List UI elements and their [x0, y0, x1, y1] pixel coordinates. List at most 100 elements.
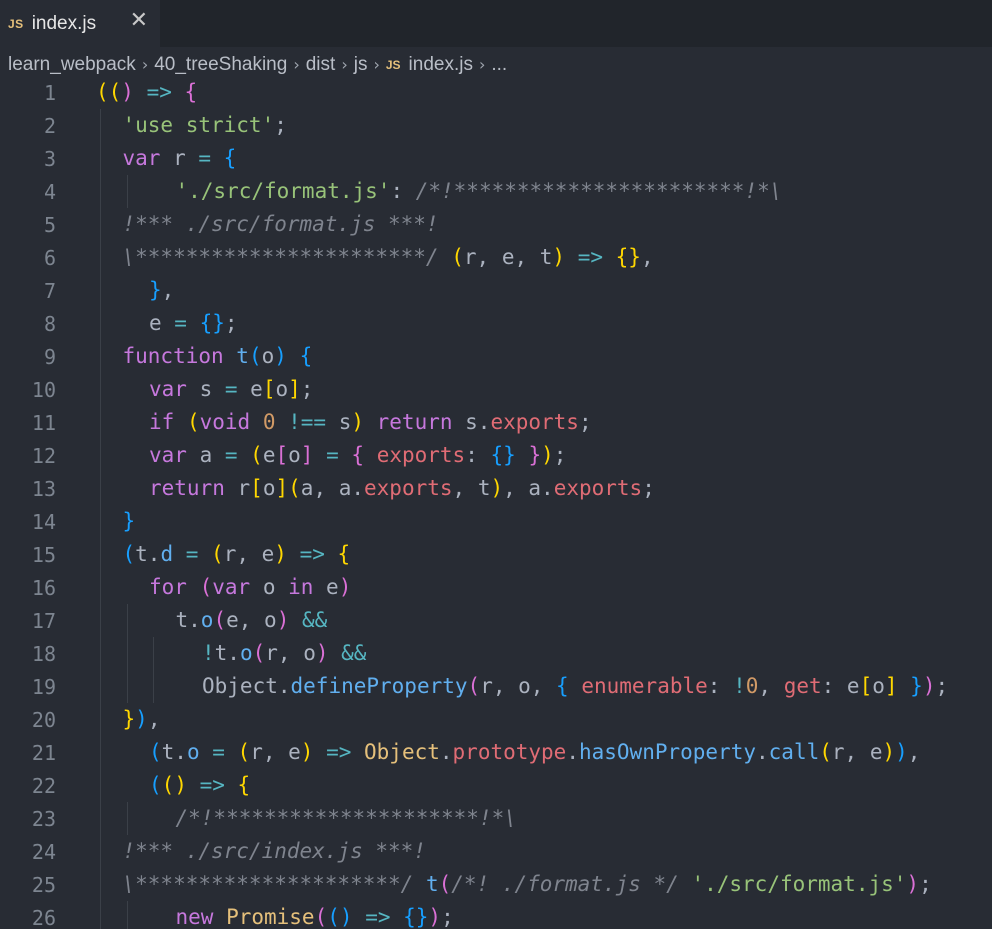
- code-token: =: [174, 311, 200, 335]
- code-token: var: [149, 443, 200, 467]
- code-token: e: [149, 311, 175, 335]
- indent-guide: [153, 637, 154, 670]
- code-line[interactable]: 4 './src/format.js': /*!*****************…: [0, 175, 992, 208]
- code-line[interactable]: 7},: [0, 274, 992, 307]
- code-token: s.: [465, 410, 491, 434]
- code-line[interactable]: 14}: [0, 505, 992, 538]
- line-number: 8: [43, 311, 56, 336]
- breadcrumb-item-learn-webpack[interactable]: learn_webpack: [8, 54, 136, 76]
- code-token: \*********************/: [122, 872, 426, 896]
- code-token: &&: [289, 608, 328, 632]
- code-token: r, o: [265, 641, 316, 665]
- code-text: t.o(e, o) &&: [176, 604, 328, 637]
- code-token: ;: [919, 872, 932, 896]
- code-line[interactable]: 3 var r = {: [0, 142, 992, 175]
- code-line[interactable]: 26 new Promise(() => {});: [0, 901, 992, 929]
- js-file-icon: JS: [385, 57, 401, 72]
- code-token: (: [250, 443, 263, 467]
- code-line[interactable]: 13 return r[o](a, a.exports, t), a.export…: [0, 472, 992, 505]
- code-line[interactable]: 16 for (var o in e): [0, 571, 992, 604]
- js-file-icon: JS: [8, 16, 24, 31]
- code-line[interactable]: 18 !t.o(r, o) &&: [0, 637, 992, 670]
- breadcrumb-item-js[interactable]: js: [354, 54, 368, 76]
- indent-guide: [100, 571, 101, 604]
- code-line[interactable]: 25 \*********************/ t(/*! ./format…: [0, 868, 992, 901]
- line-number: 11: [31, 410, 56, 435]
- code-token: call: [768, 740, 820, 764]
- code-line[interactable]: 17 t.o(e, o) &&: [0, 604, 992, 637]
- code-token: =>: [352, 905, 404, 929]
- indent-guide: [100, 340, 101, 373]
- line-number: 13: [31, 476, 56, 501]
- code-line[interactable]: 2 'use strict';: [0, 109, 992, 142]
- code-line[interactable]: 12 var a = (e[o] = { exports: {} });: [0, 439, 992, 472]
- code-token: =: [224, 377, 251, 401]
- code-line[interactable]: 15 (t.d = (r, e) => {: [0, 538, 992, 571]
- code-token: r, e, t: [463, 245, 553, 269]
- code-line[interactable]: 20}),: [0, 703, 992, 736]
- breadcrumb-item-dist[interactable]: dist: [306, 54, 336, 76]
- code-text: var s = e[o];: [149, 373, 313, 406]
- code-token: t.: [214, 641, 240, 665]
- code-token: =>: [313, 740, 365, 764]
- breadcrumb-item-40-treeshaking[interactable]: 40_treeShaking: [154, 54, 287, 76]
- code-token: [: [250, 476, 263, 500]
- code-line[interactable]: 24 !*** ./src/index.js ***!: [0, 835, 992, 868]
- code-token: [: [859, 674, 873, 698]
- code-line[interactable]: 1 (() => {: [0, 76, 992, 109]
- code-text: \*********************/ t(/*! ./format.j…: [123, 868, 932, 901]
- code-token: exports: [553, 476, 643, 500]
- code-token: o: [262, 575, 289, 599]
- code-line[interactable]: 21 (t.o = (r, e) => Object.prototype.hasO…: [0, 736, 992, 769]
- code-token: (: [161, 773, 175, 797]
- code-token: ): [552, 245, 566, 269]
- indent-guide: [126, 901, 128, 929]
- line-number: 23: [31, 806, 56, 831]
- code-token: ((: [96, 80, 122, 104]
- code-line[interactable]: 5 !*** ./src/format.js ***!: [0, 208, 992, 241]
- code-token: !: [202, 641, 215, 665]
- code-line[interactable]: 19 Object.defineProperty(r, o, { enumerab…: [0, 670, 992, 703]
- code-line[interactable]: 6 \***********************/ (r, e, t) => …: [0, 241, 992, 274]
- code-editor[interactable]: 1(() => {2'use strict'; 3 var r = {4 './src…: [0, 76, 992, 929]
- code-token: .: [566, 740, 579, 764]
- code-token: 'use strict': [122, 113, 275, 137]
- indent-guide: [100, 208, 101, 241]
- code-token: return: [364, 410, 466, 434]
- close-icon[interactable]: ✕: [130, 10, 148, 32]
- code-line[interactable]: 11 if (void 0 !== s) return s.exports;: [0, 406, 992, 439]
- code-token: ]: [275, 476, 289, 500]
- code-token: !: [733, 674, 746, 698]
- code-token: Object.: [202, 674, 291, 698]
- code-line[interactable]: 23 /*!*********************!*\: [0, 802, 992, 835]
- code-line[interactable]: 22 (() => {: [0, 769, 992, 802]
- code-token: =: [313, 443, 352, 467]
- code-token: void: [199, 410, 263, 434]
- breadcrumb-item-index-js[interactable]: index.js: [409, 54, 473, 76]
- code-token: o: [275, 377, 289, 401]
- line-number: 1: [43, 80, 56, 105]
- code-text: },: [149, 274, 174, 307]
- code-text: }),: [123, 703, 161, 736]
- code-token: o: [262, 476, 276, 500]
- code-token: {: [299, 344, 313, 368]
- tab-index-js[interactable]: JS index.js ✕: [0, 0, 160, 47]
- code-token: r, e: [831, 740, 883, 764]
- breadcrumb-ellipsis[interactable]: ...: [491, 54, 507, 76]
- code-token: (: [213, 608, 227, 632]
- code-token: t.: [175, 608, 201, 632]
- indent-guide: [100, 373, 101, 406]
- code-token: }: [149, 278, 162, 302]
- code-line[interactable]: 8 e = {};: [0, 307, 992, 340]
- code-token: \***********************/: [122, 245, 452, 269]
- code-token: ): [541, 443, 554, 467]
- indent-guide: [100, 439, 101, 472]
- indent-guide: [100, 736, 101, 769]
- code-token: (: [819, 740, 832, 764]
- code-line[interactable]: 9 function t(o) {: [0, 340, 992, 373]
- code-token: ): [300, 740, 314, 764]
- code-token: ;: [642, 476, 655, 500]
- code-line[interactable]: 10 var s = e[o];: [0, 373, 992, 406]
- indent-guide: [100, 637, 101, 670]
